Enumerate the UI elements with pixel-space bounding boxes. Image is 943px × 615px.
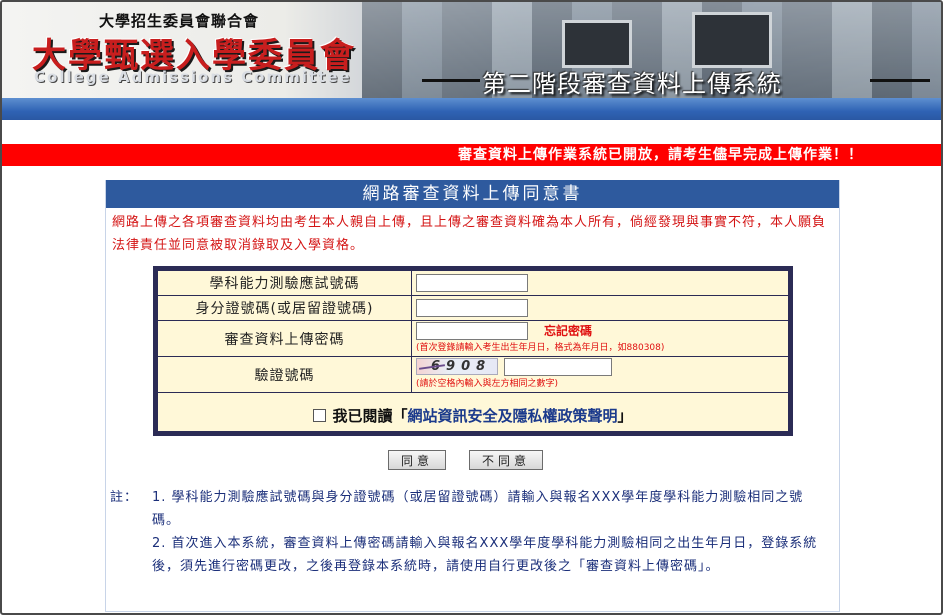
header-banner: 大學招生委員會聯合會 大學甄選入學委員會 College Admissions … — [2, 2, 941, 120]
id-number-label: 身分證號碼(或居留證號碼) — [158, 296, 412, 320]
login-form: 學科能力測驗應試號碼 身分證號碼(或居留證號碼) 審查資料上傳密碼 忘記密碼 (… — [153, 266, 793, 436]
system-title: 第二階段審查資料上傳系統 — [482, 70, 782, 98]
captcha-label: 驗證號碼 — [158, 357, 412, 392]
password-row: 審查資料上傳密碼 忘記密碼 (首次登錄請輸入考生出生年月日，格式為年月日，如88… — [158, 321, 788, 357]
exam-id-input[interactable] — [416, 274, 528, 292]
agree-suffix: 」 — [617, 406, 633, 425]
password-input[interactable] — [416, 322, 528, 340]
id-number-input[interactable] — [416, 299, 528, 317]
note-item: 註： 1. 學科能力測驗應試號碼與身分證號碼（或居留證號碼）請輸入與報名XXX學… — [110, 486, 830, 532]
monitor-illustration — [562, 20, 632, 68]
notes-prefix: 註： — [110, 490, 139, 505]
exam-id-label: 學科能力測驗應試號碼 — [158, 271, 412, 295]
id-number-cell — [412, 296, 788, 320]
exam-id-cell — [412, 271, 788, 295]
captcha-row: 驗證號碼 6908 (請於空格內輸入與左方相同之數字) — [158, 357, 788, 393]
captcha-input[interactable] — [504, 358, 612, 376]
note-item: 2. 首次進入本系統，審查資料上傳密碼請輸入與報名XXX學年度學科能力測驗相同之… — [110, 532, 830, 578]
agreement-intro: 網路上傳之各項審查資料均由考生本人親自上傳，且上傳之審查資料確為本人所有，倘經發… — [112, 215, 827, 253]
password-hint: (首次登錄請輸入考生出生年月日，格式為年月日，如880308) — [416, 343, 665, 353]
note-text: 1. 學科能力測驗應試號碼與身分證號碼（或居留證號碼）請輸入與報名XXX學年度學… — [152, 490, 804, 528]
privacy-agree-row: 我已閱讀「 網站資訊安全及隱私權政策聲明 」 — [158, 393, 788, 437]
org-english-name: College Admissions Committee — [34, 68, 352, 86]
captcha-image: 6908 — [416, 358, 498, 375]
title-divider — [870, 79, 930, 82]
page-frame: 大學招生委員會聯合會 大學甄選入學委員會 College Admissions … — [0, 0, 943, 615]
exam-id-row: 學科能力測驗應試號碼 — [158, 271, 788, 296]
privacy-policy-link[interactable]: 網站資訊安全及隱私權政策聲明 — [407, 405, 617, 426]
forgot-password-link[interactable]: 忘記密碼 — [544, 322, 592, 339]
id-number-row: 身分證號碼(或居留證號碼) — [158, 296, 788, 321]
note-text: 2. 首次進入本系統，審查資料上傳密碼請輸入與報名XXX學年度學科能力測驗相同之… — [152, 536, 818, 574]
agree-prefix: 我已閱讀「 — [332, 406, 408, 425]
password-cell: 忘記密碼 (首次登錄請輸入考生出生年月日，格式為年月日，如880308) — [412, 321, 788, 356]
password-label: 審查資料上傳密碼 — [158, 321, 412, 356]
notes-section: 註： 1. 學科能力測驗應試號碼與身分證號碼（或居留證號碼）請輸入與報名XXX學… — [110, 486, 830, 578]
header-bluebar — [2, 98, 941, 120]
captcha-hint: (請於空格內輸入與左方相同之數字) — [416, 379, 559, 389]
title-divider — [422, 79, 480, 82]
disagree-button[interactable]: 不同意 — [469, 450, 544, 470]
privacy-checkbox[interactable] — [313, 408, 327, 422]
action-buttons: 同意 不同意 — [388, 450, 544, 470]
agreement-panel: 網路審查資料上傳同意書 網路上傳之各項審查資料均由考生本人親自上傳，且上傳之審查… — [105, 180, 840, 612]
login-form-inner: 學科能力測驗應試號碼 身分證號碼(或居留證號碼) 審查資料上傳密碼 忘記密碼 (… — [157, 270, 789, 432]
panel-title: 網路審查資料上傳同意書 — [106, 180, 839, 208]
notice-bar: 審查資料上傳作業系統已開放，請考生儘早完成上傳作業！！ — [2, 144, 941, 166]
monitor-illustration — [692, 12, 772, 68]
captcha-cell: 6908 (請於空格內輸入與左方相同之數字) — [412, 357, 788, 392]
agree-button[interactable]: 同意 — [388, 450, 447, 470]
